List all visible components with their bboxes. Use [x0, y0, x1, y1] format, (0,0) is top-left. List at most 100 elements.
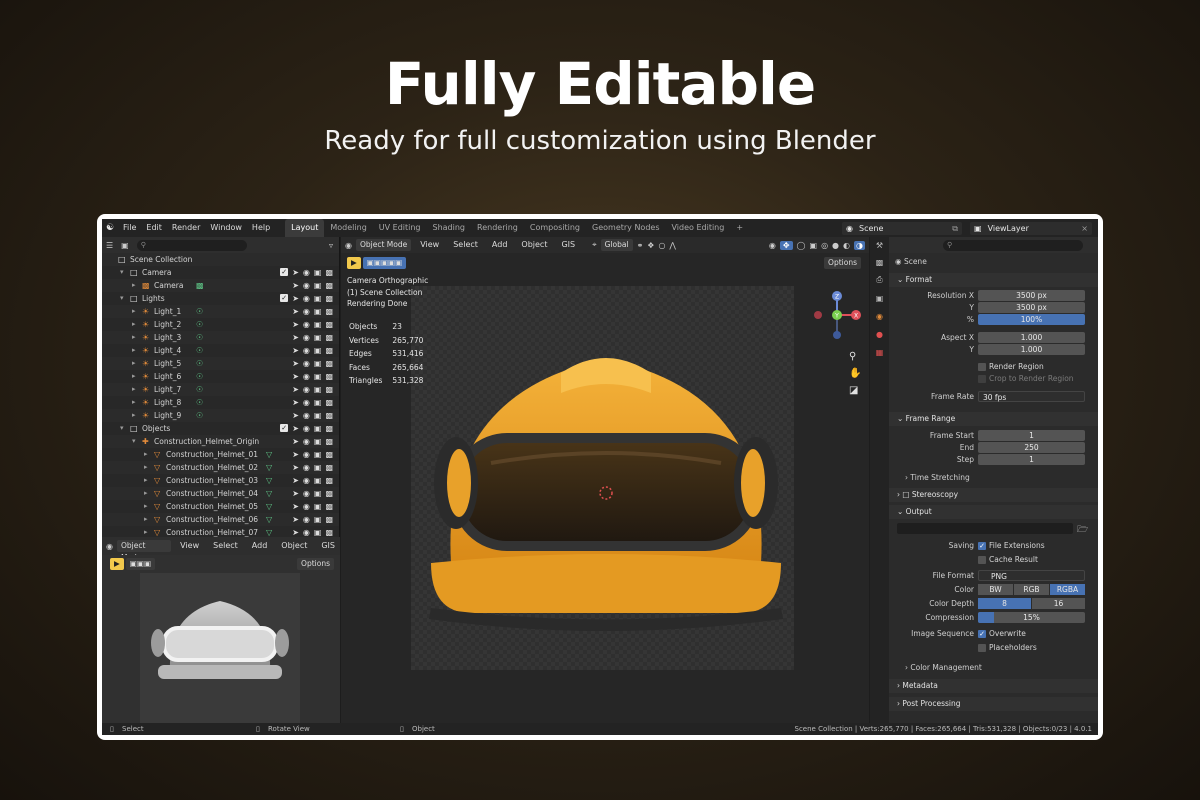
eye-icon[interactable]: ◉ — [303, 344, 310, 357]
object-data-icon[interactable]: ☉ — [196, 370, 203, 383]
expand-arrow-icon[interactable]: ▸ — [132, 279, 136, 292]
exclude-checkbox[interactable]: ✓ — [280, 424, 289, 432]
expand-arrow-icon[interactable]: ▸ — [132, 383, 136, 396]
monitor-icon[interactable]: ▣ — [314, 292, 322, 305]
tab-video-editing[interactable]: Video Editing — [666, 219, 731, 237]
expand-arrow-icon[interactable]: ▸ — [132, 318, 136, 331]
selectable-icon[interactable]: ➤ — [292, 422, 299, 435]
color-rgb-option[interactable]: RGB — [1014, 584, 1049, 595]
resolution-x-field[interactable]: 3500 px — [978, 290, 1085, 301]
expand-arrow-icon[interactable]: ▸ — [132, 396, 136, 409]
depth-8-option[interactable]: 8 — [978, 598, 1031, 609]
modifier-icon[interactable]: ▽ — [266, 474, 272, 487]
eye-icon[interactable]: ◉ — [303, 409, 310, 422]
shading-solid-icon[interactable]: ● — [832, 241, 839, 250]
monitor-icon[interactable]: ▣ — [314, 435, 322, 448]
pan-hand-icon[interactable]: ✋ — [849, 368, 861, 379]
render-camera-icon[interactable]: ▩ — [325, 461, 333, 474]
placeholders-checkbox[interactable]: Placeholders — [978, 643, 1037, 652]
mode-dropdown[interactable]: Object Mode — [355, 239, 412, 251]
render-camera-icon[interactable]: ▩ — [325, 370, 333, 383]
expand-arrow-icon[interactable]: ▾ — [132, 435, 136, 448]
cache-result-checkbox[interactable]: Cache Result — [978, 555, 1038, 564]
monitor-icon[interactable]: ▣ — [314, 487, 322, 500]
scene-properties-icon[interactable]: ◉ — [870, 307, 889, 325]
object-data-icon[interactable]: ▩ — [196, 279, 204, 292]
monitor-icon[interactable]: ▣ — [314, 279, 322, 292]
menu-edit[interactable]: Edit — [141, 219, 167, 237]
selectable-icon[interactable]: ➤ — [292, 305, 299, 318]
expand-arrow-icon[interactable]: ▸ — [132, 409, 136, 422]
outliner-row[interactable]: ▸ ☀ Light_5 ☉ ➤ ◉ ▣ ▩ — [102, 357, 339, 370]
expand-arrow-icon[interactable]: ▸ — [132, 331, 136, 344]
tab-layout[interactable]: Layout — [285, 219, 325, 237]
object-data-icon[interactable]: ☉ — [196, 396, 203, 409]
eye-icon[interactable]: ◉ — [303, 279, 310, 292]
render-region-checkbox[interactable]: Render Region — [978, 362, 1044, 371]
outliner-row[interactable]: ▸ ▽ Construction_Helmet_01 ▽ ➤ ◉ ▣ ▩ — [102, 448, 339, 461]
expand-arrow-icon[interactable]: ▸ — [144, 500, 148, 513]
navigation-gizmo[interactable]: Z X Y — [809, 287, 865, 345]
outliner-row[interactable]: ▸ ☀ Light_8 ☉ ➤ ◉ ▣ ▩ — [102, 396, 339, 409]
render-camera-icon[interactable]: ▩ — [325, 279, 333, 292]
render-properties-icon[interactable]: ▩ — [870, 253, 889, 271]
tab-uv-editing[interactable]: UV Editing — [373, 219, 427, 237]
selectable-icon[interactable]: ➤ — [292, 461, 299, 474]
selectable-icon[interactable]: ➤ — [292, 500, 299, 513]
small-menu-select[interactable]: Select — [208, 537, 243, 555]
close-icon[interactable]: × — [1081, 224, 1088, 233]
blender-logo-icon[interactable]: ☯ — [102, 219, 118, 237]
expand-arrow-icon[interactable]: ▸ — [144, 513, 148, 526]
expand-arrow-icon[interactable]: ▸ — [132, 305, 136, 318]
object-data-icon[interactable]: ☉ — [196, 344, 203, 357]
selectable-icon[interactable]: ➤ — [292, 435, 299, 448]
object-data-icon[interactable]: ☉ — [196, 331, 203, 344]
selectable-icon[interactable]: ➤ — [292, 292, 299, 305]
selectable-icon[interactable]: ➤ — [292, 474, 299, 487]
monitor-icon[interactable]: ▣ — [314, 474, 322, 487]
expand-arrow-icon[interactable]: ▾ — [120, 292, 124, 305]
monitor-icon[interactable]: ▣ — [314, 409, 322, 422]
monitor-icon[interactable]: ▣ — [314, 461, 322, 474]
tab-modeling[interactable]: Modeling — [324, 219, 372, 237]
render-camera-icon[interactable]: ▩ — [325, 331, 333, 344]
outliner-row[interactable]: ▾ ✚ Construction_Helmet_Origin ➤ ◉ ▣ ▩ — [102, 435, 339, 448]
selectable-icon[interactable]: ➤ — [292, 396, 299, 409]
menu-render[interactable]: Render — [167, 219, 205, 237]
compression-slider[interactable]: 15% — [978, 612, 1085, 623]
expand-arrow-icon[interactable]: ▾ — [120, 422, 124, 435]
tab-rendering[interactable]: Rendering — [471, 219, 524, 237]
expand-arrow-icon[interactable]: ▾ — [120, 266, 124, 279]
scene-selector[interactable]: ◉ Scene ⧉ — [842, 222, 962, 235]
monitor-icon[interactable]: ▣ — [314, 357, 322, 370]
format-section-header[interactable]: ⌄ Format — [889, 273, 1098, 287]
editor-type-icon[interactable]: ◉ — [345, 241, 352, 250]
menu-gis[interactable]: GIS — [556, 236, 580, 254]
view-layer-properties-icon[interactable]: ▣ — [870, 289, 889, 307]
eye-icon[interactable]: ◉ — [303, 331, 310, 344]
outliner-row[interactable]: ▸ ☀ Light_9 ☉ ➤ ◉ ▣ ▩ — [102, 409, 339, 422]
monitor-icon[interactable]: ▣ — [314, 448, 322, 461]
outliner-row[interactable]: ▸ ▩ Camera ▩ ➤ ◉ ▣ ▩ — [102, 279, 339, 292]
render-camera-icon[interactable]: ▩ — [325, 266, 333, 279]
select-tool-icon[interactable]: ▶ — [347, 257, 361, 269]
post-processing-section-header[interactable]: › Post Processing — [889, 697, 1098, 711]
render-camera-icon[interactable]: ▩ — [325, 474, 333, 487]
render-camera-icon[interactable]: ▩ — [325, 435, 333, 448]
render-camera-icon[interactable]: ▩ — [325, 409, 333, 422]
tab-compositing[interactable]: Compositing — [524, 219, 586, 237]
tab-geometry-nodes[interactable]: Geometry Nodes — [586, 219, 665, 237]
eye-icon[interactable]: ◉ — [303, 318, 310, 331]
falloff-icon[interactable]: ⋀ — [669, 241, 676, 250]
camera-view-icon[interactable]: ◪ — [849, 385, 861, 396]
shading-material-icon[interactable]: ◐ — [843, 241, 850, 250]
expand-arrow-icon[interactable]: ▸ — [132, 370, 136, 383]
small-viewport[interactable]: ▶ ▣▣▣ Options — [102, 555, 340, 723]
editor-type-icon[interactable]: ☰ — [106, 241, 113, 250]
object-data-icon[interactable]: ☉ — [196, 383, 203, 396]
depth-16-option[interactable]: 16 — [1032, 598, 1085, 609]
add-workspace-button[interactable]: + — [730, 219, 749, 237]
output-properties-icon[interactable]: ⎙ — [870, 271, 889, 289]
monitor-icon[interactable]: ▣ — [314, 383, 322, 396]
expand-arrow-icon[interactable]: ▸ — [132, 344, 136, 357]
